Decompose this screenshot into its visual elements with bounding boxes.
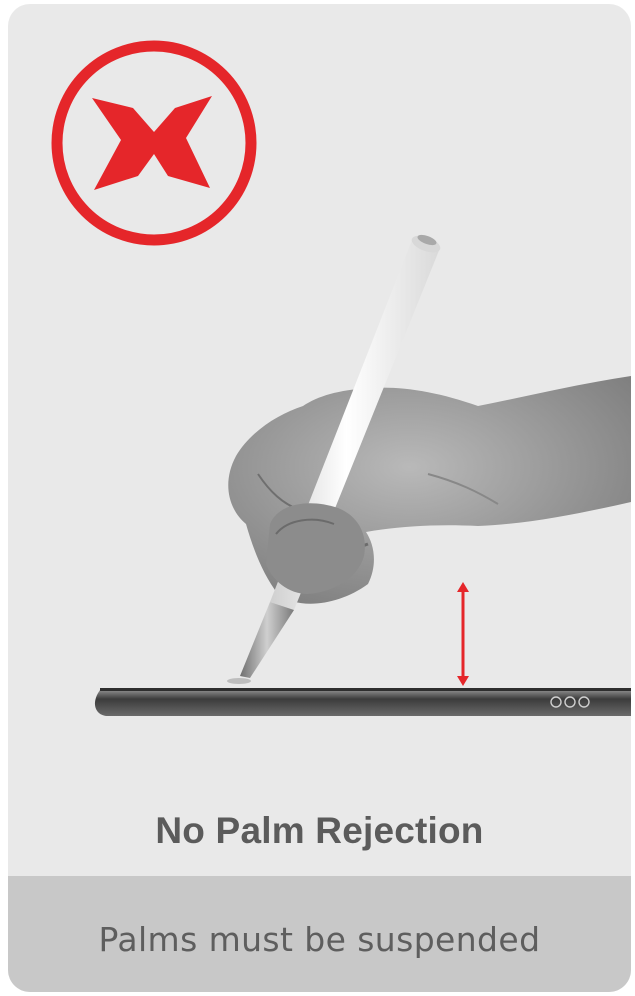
product-card: No Palm Rejection Palms must be suspende… [8, 4, 631, 992]
headline: No Palm Rejection [155, 810, 484, 851]
footer-caption: Palms must be suspended [98, 920, 541, 959]
red-x-in-circle-icon [51, 40, 257, 246]
tablet-graphic [94, 688, 631, 716]
footer-band: Palms must be suspended [8, 876, 631, 992]
stylus-usage-illustration [51, 40, 631, 716]
double-arrow-vertical-icon [457, 582, 469, 686]
